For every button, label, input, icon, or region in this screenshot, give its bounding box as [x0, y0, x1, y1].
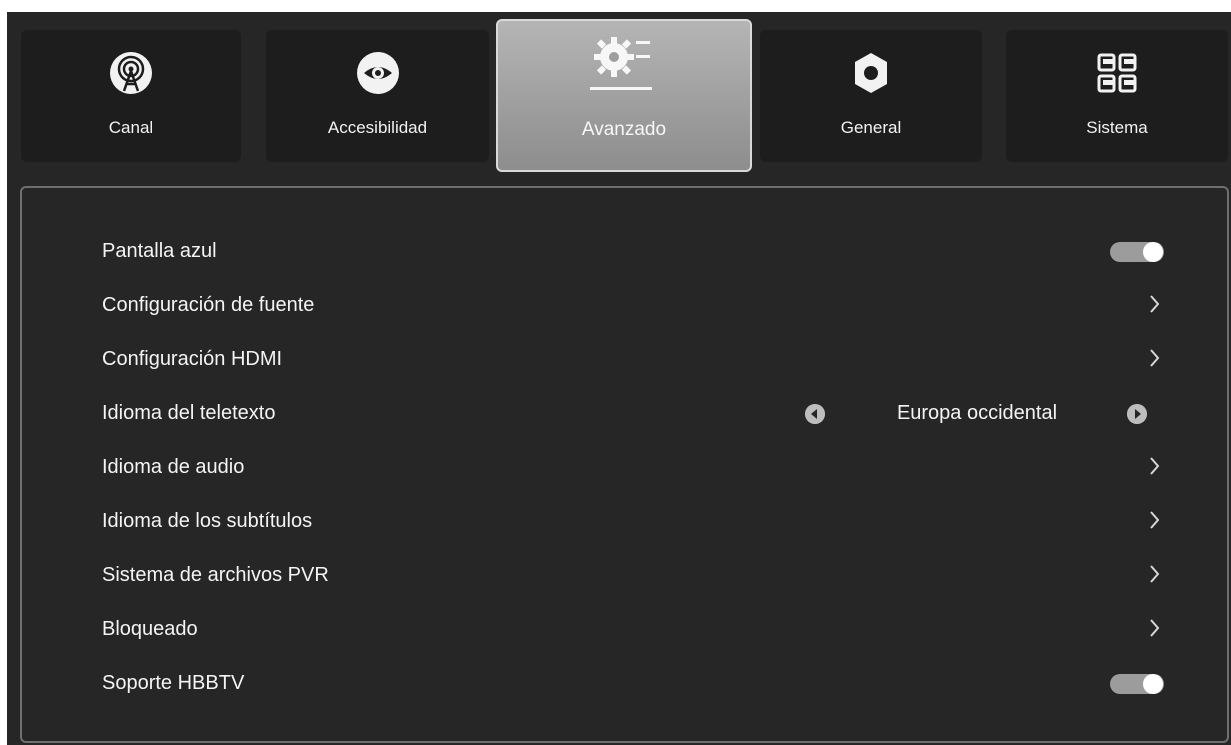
antenna-icon — [110, 52, 152, 94]
tab-general[interactable]: General — [760, 30, 982, 162]
setting-idioma-audio[interactable]: Idioma de audio — [102, 448, 1164, 488]
setting-sistema-archivos-pvr[interactable]: Sistema de archivos PVR — [102, 556, 1164, 596]
setting-label: Idioma de audio — [102, 456, 245, 478]
setting-label: Configuración de fuente — [102, 294, 315, 316]
setting-soporte-hbbtv[interactable]: Soporte HBBTV — [102, 664, 1164, 704]
setting-label: Bloqueado — [102, 618, 198, 640]
tab-label: Canal — [108, 118, 154, 137]
settings-panel: Pantalla azul Configuración de fuente Co… — [20, 186, 1229, 743]
tab-sistema[interactable]: Sistema — [1006, 30, 1228, 162]
toggle-knob — [1143, 242, 1163, 262]
tab-avanzado[interactable]: Avanzado — [496, 19, 752, 172]
setting-configuracion-fuente[interactable]: Configuración de fuente — [102, 286, 1164, 326]
chevron-right-icon — [1150, 619, 1160, 637]
chevron-right-icon — [1150, 295, 1160, 313]
advanced-settings-icon — [590, 37, 652, 90]
tab-label: Sistema — [1086, 118, 1148, 137]
chevron-right-icon — [1150, 457, 1160, 475]
tab-label: General — [840, 118, 902, 137]
chevron-right-icon — [1150, 349, 1160, 367]
tab-canal[interactable]: Canal — [21, 30, 241, 162]
setting-label: Soporte HBBTV — [102, 672, 245, 694]
grid-icon — [1097, 53, 1137, 93]
tab-label: Avanzado — [581, 119, 667, 140]
eye-icon — [356, 52, 399, 94]
gear-icon — [855, 53, 887, 93]
toggle-knob — [1143, 674, 1163, 694]
setting-bloqueado[interactable]: Bloqueado — [102, 610, 1164, 650]
teletext-language-value: Europa occidental — [896, 402, 1058, 424]
tab-label: Accesibilidad — [327, 118, 428, 137]
setting-configuracion-hdmi[interactable]: Configuración HDMI — [102, 340, 1164, 380]
setting-label: Idioma del teletexto — [102, 402, 276, 424]
setting-idioma-teletexto[interactable]: Idioma del teletexto Europa occidental — [102, 394, 1164, 434]
setting-pantalla-azul[interactable]: Pantalla azul — [102, 232, 1164, 272]
chevron-right-icon — [1150, 511, 1160, 529]
setting-label: Pantalla azul — [102, 240, 217, 262]
setting-label: Idioma de los subtítulos — [102, 510, 313, 532]
tv-settings-screen: Canal Accesibilidad Avanzado General Sis… — [7, 12, 1231, 745]
toggle-switch[interactable] — [1110, 242, 1164, 262]
arrow-right-icon[interactable] — [1127, 404, 1147, 424]
setting-label: Sistema de archivos PVR — [102, 564, 329, 586]
toggle-switch[interactable] — [1110, 674, 1164, 694]
arrow-left-icon[interactable] — [805, 404, 825, 424]
tab-accesibilidad[interactable]: Accesibilidad — [266, 30, 489, 162]
setting-label: Configuración HDMI — [102, 348, 283, 370]
setting-idioma-subtitulos[interactable]: Idioma de los subtítulos — [102, 502, 1164, 542]
chevron-right-icon — [1150, 565, 1160, 583]
